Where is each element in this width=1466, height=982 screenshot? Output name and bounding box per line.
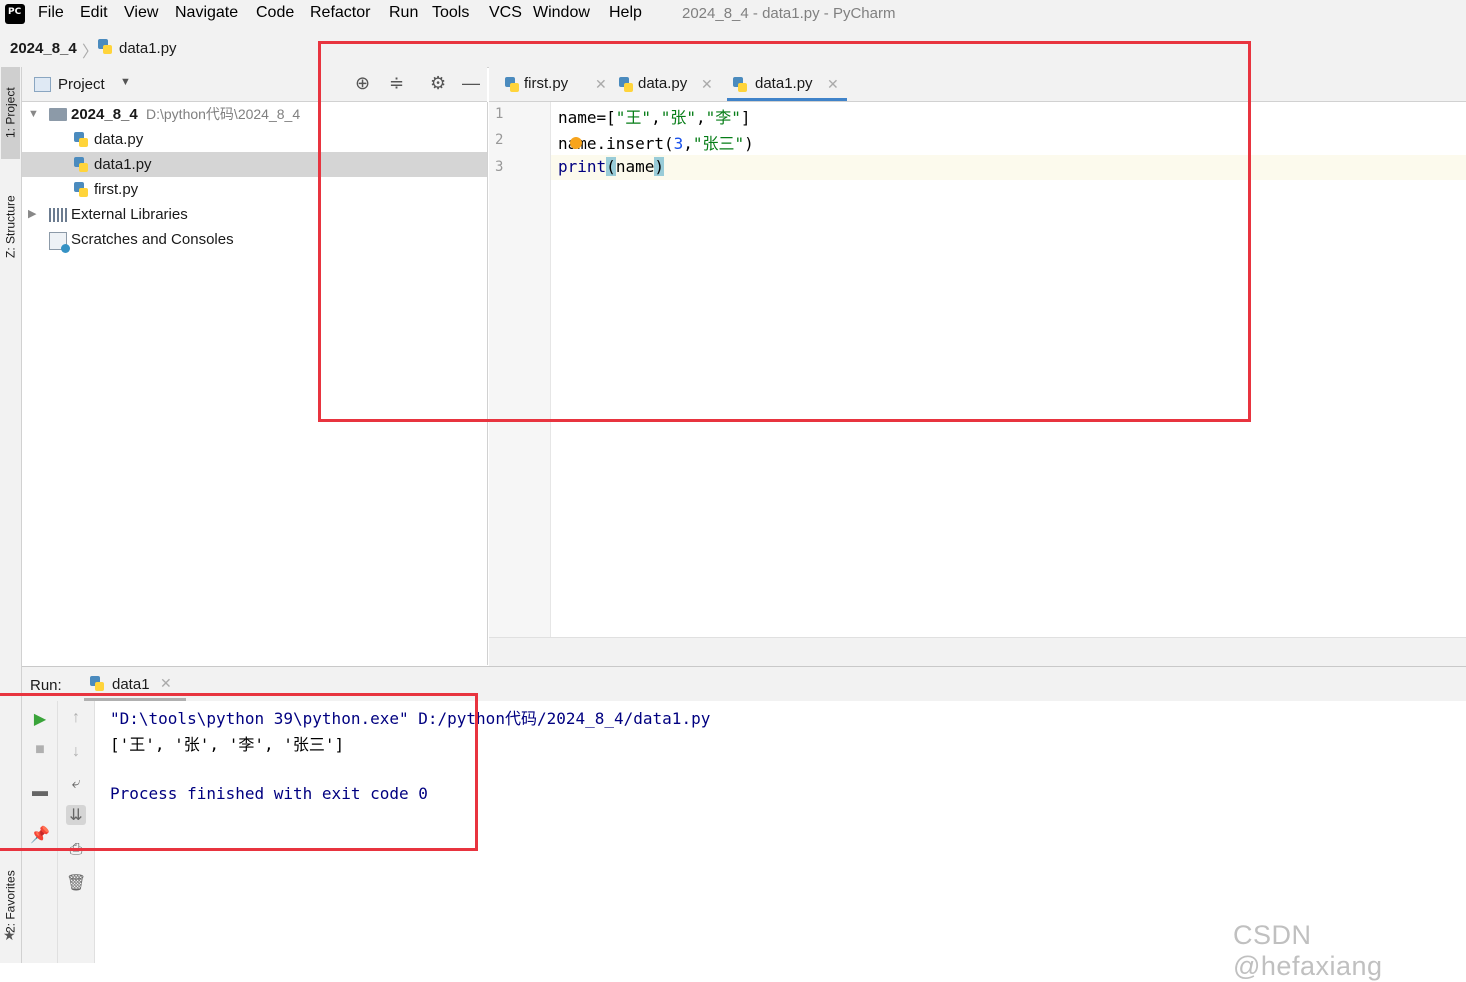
tool-tab-structure[interactable]: Z: Structure [1,177,20,277]
star-icon: ★ [3,927,16,943]
python-file-icon [74,132,88,148]
menu-bar: PC File Edit View Navigate Code Refactor… [0,0,1466,30]
window-title: 2024_8_4 - data1.py - PyCharm [682,5,896,22]
tree-label: data.py [94,131,144,148]
libraries-icon [49,208,67,222]
menu-navigate[interactable]: Navigate [175,4,238,22]
menu-vcs[interactable]: VCS [489,4,522,22]
menu-code[interactable]: Code [256,4,294,22]
expand-arrow-icon[interactable]: ▶ [28,202,36,227]
python-file-icon [98,39,112,55]
breadcrumb-file[interactable]: data1.py [119,40,177,57]
menu-window[interactable]: Window [533,4,590,22]
tree-path: D:\python代码\2024_8_4 [146,106,301,122]
breadcrumb-project[interactable]: 2024_8_4 [10,40,77,57]
tree-label: External Libraries [71,206,188,223]
menu-file[interactable]: File [38,4,64,22]
menu-help[interactable]: Help [609,4,642,22]
pycharm-logo-icon: PC [3,2,27,26]
close-icon[interactable]: ✕ [160,675,172,692]
watermark: CSDN @hefaxiang [1233,920,1383,981]
editor-bottom-strip [489,637,1466,666]
menu-refactor[interactable]: Refactor [310,4,370,22]
python-file-icon [74,157,88,173]
project-view-selector[interactable]: Project [58,76,105,93]
tool-tab-project[interactable]: 1: Project [1,67,20,159]
folder-icon [49,108,67,121]
run-label: Run: [30,677,62,694]
tree-label: Scratches and Consoles [71,231,234,248]
tree-label: first.py [94,181,139,198]
annotation-highlight-editor [318,41,1251,422]
scratches-icon [49,232,70,253]
chevron-down-icon[interactable]: ▼ [120,76,131,88]
menu-tools[interactable]: Tools [432,4,469,22]
python-run-icon [90,676,104,692]
menu-edit[interactable]: Edit [80,4,108,22]
menu-run[interactable]: Run [389,4,418,22]
trash-icon[interactable]: 🗑 [66,873,86,893]
python-file-icon [74,182,88,198]
expand-arrow-icon[interactable]: ▼ [28,102,39,127]
annotation-highlight-console [0,693,478,851]
run-tab-label: data1 [112,676,150,693]
tree-label: data1.py [94,156,152,173]
breadcrumb-separator-icon: 〉 [82,44,99,61]
tree-label: 2024_8_4 [71,106,138,123]
project-view-icon [34,77,51,92]
menu-view[interactable]: View [124,4,158,22]
